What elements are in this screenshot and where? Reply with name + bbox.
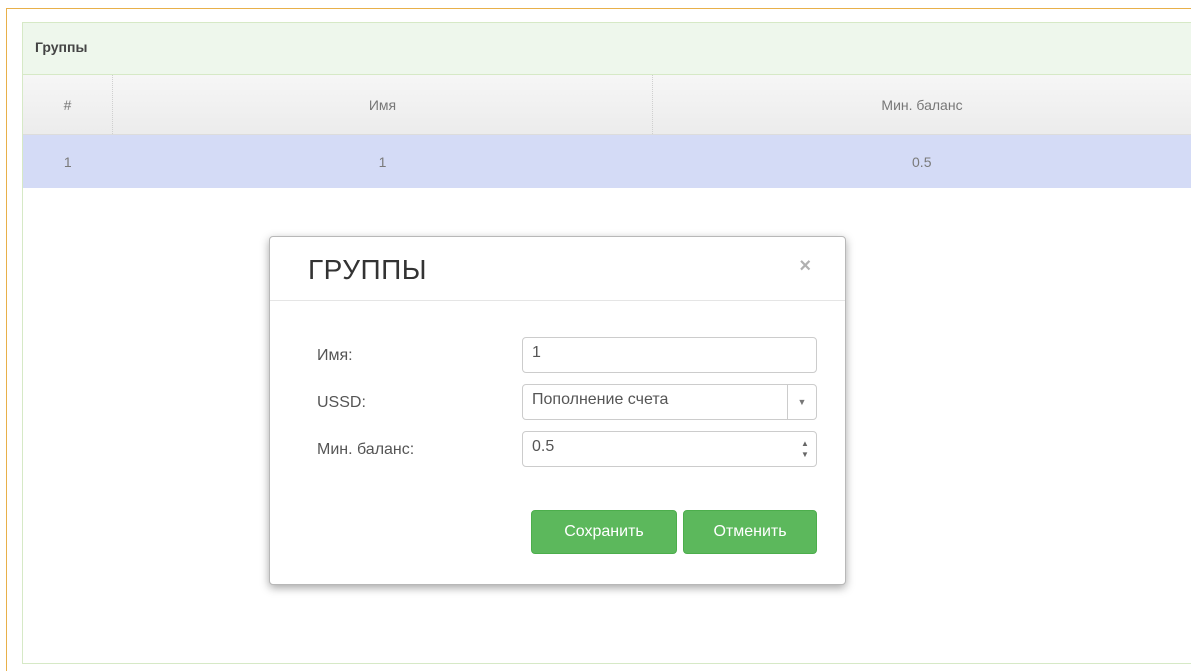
table-header-row: # Имя Мин. баланс: [23, 75, 1191, 135]
save-button[interactable]: Сохранить: [531, 510, 677, 554]
column-header-num[interactable]: #: [23, 75, 113, 135]
ussd-row: USSD: Пополнение счета ▼: [317, 384, 817, 422]
cancel-button[interactable]: Отменить: [683, 510, 817, 554]
min-balance-value: 0.5: [532, 438, 555, 455]
groups-dialog: ГРУППЫ × Имя: 1 USSD: Пополнение счета ▼…: [269, 236, 846, 585]
name-value: 1: [532, 344, 541, 361]
cell-name: 1: [112, 134, 653, 188]
ussd-select[interactable]: Пополнение счета ▼: [522, 384, 817, 420]
name-row: Имя: 1: [317, 337, 817, 375]
close-icon[interactable]: ×: [799, 255, 811, 278]
name-field[interactable]: 1: [522, 337, 817, 373]
cell-min-balance: 0.5: [652, 134, 1191, 188]
spin-up-icon[interactable]: ▲: [801, 438, 809, 449]
groups-table: # Имя Мин. баланс 1 1 0.5: [23, 75, 1191, 188]
min-balance-row: Мин. баланс: 0.5 ▲ ▼: [317, 431, 817, 469]
min-balance-stepper[interactable]: 0.5 ▲ ▼: [522, 431, 817, 467]
column-header-min-balance[interactable]: Мин. баланс: [652, 75, 1191, 135]
column-header-name[interactable]: Имя: [112, 75, 653, 135]
panel-title: Группы: [23, 23, 1191, 75]
dialog-header: ГРУППЫ ×: [270, 237, 845, 301]
ussd-label: USSD:: [317, 394, 366, 411]
table-row[interactable]: 1 1 0.5: [23, 134, 1191, 188]
min-balance-label: Мин. баланс:: [317, 441, 415, 458]
name-label: Имя:: [317, 347, 353, 364]
chevron-down-icon[interactable]: ▼: [787, 385, 816, 419]
ussd-value: Пополнение счета: [532, 391, 669, 408]
spinner-icon[interactable]: ▲ ▼: [794, 432, 816, 466]
dialog-title: ГРУППЫ: [308, 254, 428, 285]
spin-down-icon[interactable]: ▼: [801, 449, 809, 460]
cell-num: 1: [23, 134, 113, 188]
